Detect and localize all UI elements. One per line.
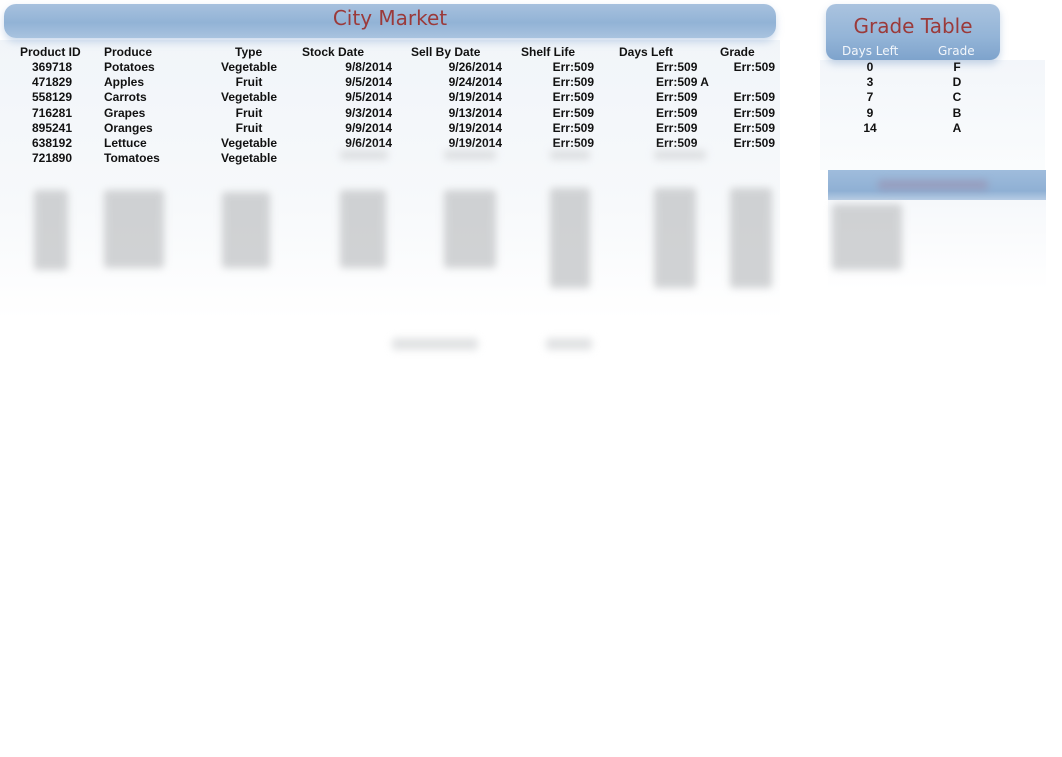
obscured-cells [34, 190, 68, 270]
cell-sell-by-date[interactable]: 9/19/2014 [449, 121, 502, 135]
cell-stock-date[interactable]: 9/6/2014 [345, 136, 392, 150]
city-market-title: City Market [332, 6, 448, 30]
grade-table-header-grade[interactable]: Grade [938, 44, 975, 58]
cell-sell-by-date[interactable]: 9/24/2014 [449, 75, 502, 89]
grade-table-header-days-left[interactable]: Days Left [842, 44, 898, 58]
obscured-cells [104, 190, 164, 268]
cell-product-id[interactable]: 716281 [0, 106, 112, 120]
cell-days-left[interactable]: Err:509 [656, 60, 697, 74]
column-header-produce[interactable]: Produce [104, 45, 152, 59]
obscured-cells [340, 190, 386, 268]
cell-sell-by-date[interactable]: 9/19/2014 [449, 136, 502, 150]
cell-shelf-life[interactable]: Err:509 [553, 106, 594, 120]
obscured-cells [654, 188, 696, 288]
cell-produce[interactable]: Apples [104, 75, 144, 89]
cell-stock-date[interactable]: 9/3/2014 [345, 106, 392, 120]
cell-grade[interactable]: Err:509 [734, 60, 775, 74]
obscured-cells [546, 338, 592, 350]
grade-cell-grade[interactable]: F [927, 60, 987, 74]
cell-product-id[interactable]: 471829 [0, 75, 112, 89]
cell-sell-by-date[interactable]: 9/19/2014 [449, 90, 502, 104]
column-header-sell-by-date[interactable]: Sell By Date [411, 45, 480, 59]
grade-cell-grade[interactable]: B [927, 106, 987, 120]
cell-days-left[interactable]: Err:509 [656, 90, 697, 104]
column-header-shelf-life[interactable]: Shelf Life [521, 45, 575, 59]
obscured-cells [222, 192, 270, 268]
cell-sell-by-date[interactable]: 9/13/2014 [449, 106, 502, 120]
cell-produce[interactable]: Tomatoes [104, 151, 160, 165]
cell-grade[interactable]: Err:509 [734, 121, 775, 135]
cell-type[interactable]: Vegetable [189, 60, 309, 74]
obscured-panel-title [878, 180, 988, 190]
cell-product-id[interactable]: 721890 [0, 151, 112, 165]
grade-cell-grade[interactable]: C [927, 90, 987, 104]
column-header-days-left[interactable]: Days Left [619, 45, 673, 59]
cell-produce[interactable]: Lettuce [104, 136, 147, 150]
obscured-cells [550, 150, 590, 160]
cell-produce[interactable]: Grapes [104, 106, 145, 120]
grade-cell-days-left[interactable]: 9 [840, 106, 900, 120]
grade-cell-grade[interactable]: D [927, 75, 987, 89]
obscured-cells [444, 150, 496, 160]
grade-cell-days-left[interactable]: 3 [840, 75, 900, 89]
obscured-cells [832, 204, 902, 270]
column-header-grade[interactable]: Grade [720, 45, 755, 59]
obscured-cells [730, 188, 772, 288]
column-header-type[interactable]: Type [235, 45, 262, 59]
cell-type[interactable]: Vegetable [189, 151, 309, 165]
obscured-cells [654, 150, 706, 160]
cell-days-left[interactable]: Err:509 [656, 136, 697, 150]
cell-produce[interactable]: Potatoes [104, 60, 155, 74]
cell-type[interactable]: Fruit [189, 106, 309, 120]
cell-days-left[interactable]: Err:509 [656, 121, 697, 135]
cell-product-id[interactable]: 895241 [0, 121, 112, 135]
cell-produce[interactable]: Oranges [104, 121, 153, 135]
cell-stock-date[interactable]: 9/8/2014 [345, 60, 392, 74]
cell-days-left[interactable]: Err:509 [656, 106, 697, 120]
spreadsheet: City Market Product ID Produce Type Stoc… [0, 0, 1062, 757]
cell-type[interactable]: Fruit [189, 121, 309, 135]
cell-shelf-life[interactable]: Err:509 [553, 136, 594, 150]
cell-shelf-life[interactable]: Err:509 [553, 60, 594, 74]
grade-cell-days-left[interactable]: 14 [840, 121, 900, 135]
grade-cell-days-left[interactable]: 7 [840, 90, 900, 104]
cell-type[interactable]: Vegetable [189, 90, 309, 104]
cell-days-left[interactable]: Err:509 A [656, 75, 709, 89]
cell-product-id[interactable]: 638192 [0, 136, 112, 150]
grade-cell-days-left[interactable]: 0 [840, 60, 900, 74]
cell-stock-date[interactable]: 9/9/2014 [345, 121, 392, 135]
obscured-cells [550, 188, 590, 288]
cell-product-id[interactable]: 369718 [0, 60, 112, 74]
obscured-cells [340, 150, 388, 160]
cell-shelf-life[interactable]: Err:509 [553, 75, 594, 89]
cell-type[interactable]: Vegetable [189, 136, 309, 150]
obscured-cells [392, 338, 478, 350]
cell-grade[interactable]: Err:509 [734, 90, 775, 104]
cell-product-id[interactable]: 558129 [0, 90, 112, 104]
column-header-product-id[interactable]: Product ID [20, 45, 81, 59]
grade-table-title: Grade Table [853, 14, 973, 38]
cell-grade[interactable]: Err:509 [734, 106, 775, 120]
cell-shelf-life[interactable]: Err:509 [553, 90, 594, 104]
cell-type[interactable]: Fruit [189, 75, 309, 89]
cell-sell-by-date[interactable]: 9/26/2014 [449, 60, 502, 74]
cell-stock-date[interactable]: 9/5/2014 [345, 90, 392, 104]
cell-grade[interactable]: Err:509 [734, 136, 775, 150]
cell-shelf-life[interactable]: Err:509 [553, 121, 594, 135]
column-header-stock-date[interactable]: Stock Date [302, 45, 364, 59]
obscured-cells [444, 190, 496, 268]
cell-produce[interactable]: Carrots [104, 90, 147, 104]
cell-stock-date[interactable]: 9/5/2014 [345, 75, 392, 89]
grade-cell-grade[interactable]: A [927, 121, 987, 135]
